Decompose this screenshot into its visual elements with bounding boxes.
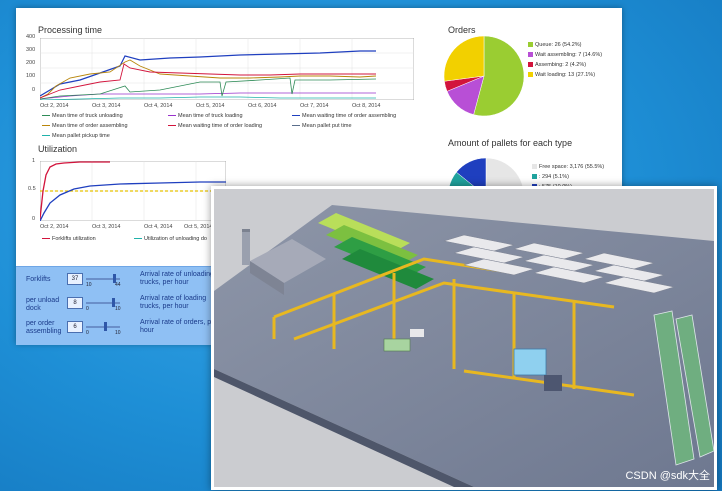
pallets-chart-title: Amount of pallets for each type xyxy=(448,138,573,148)
orders-pie-chart xyxy=(444,36,525,117)
legend-item: Assembing: 2 (4.2%) xyxy=(528,62,586,68)
watermark: CSDN @sdk大全 xyxy=(625,470,710,482)
x-tick: Oct 3, 2014 xyxy=(92,224,121,230)
legend-item: Forklifts utilization xyxy=(42,236,96,242)
unload-dock-value-field[interactable]: 8 xyxy=(67,297,83,309)
y-tick: 0.5 xyxy=(28,186,36,192)
legend-item: Free space: 3,176 (55.5%) xyxy=(532,164,604,170)
order-assembling-value-field[interactable]: 6 xyxy=(67,321,83,333)
legend-item: Mean pallet pickup time xyxy=(42,133,110,139)
forklifts-value-field[interactable]: 37 xyxy=(67,273,83,285)
x-tick: Oct 4, 2014 xyxy=(144,103,173,109)
x-tick: Oct 7, 2014 xyxy=(300,103,329,109)
pie-slice xyxy=(444,36,485,82)
forklifts-label: Forklifts xyxy=(26,276,51,283)
y-tick: 400 xyxy=(26,34,36,40)
legend-item: Mean waiting time of order loading xyxy=(168,123,262,129)
legend-item: Mean time of order assembling xyxy=(42,123,128,129)
warehouse-3d-view[interactable] xyxy=(211,186,717,490)
y-tick: 1 xyxy=(32,158,36,164)
x-tick: Oct 2, 2014 xyxy=(40,224,69,230)
slider-min: 10 xyxy=(86,282,92,288)
legend-item: Queue: 26 (54.2%) xyxy=(528,42,581,48)
per-order-assembling-label: per order assembling xyxy=(26,320,62,335)
x-tick: Oct 5, 2014 xyxy=(196,103,225,109)
orders-rate-label: Arrival rate of orders, per hour xyxy=(140,319,218,334)
slider-max: 10 xyxy=(115,306,121,312)
utilization-chart-plot xyxy=(40,161,226,221)
x-tick: Oct 4, 2014 xyxy=(144,224,173,230)
order-assembling-slider[interactable] xyxy=(86,326,120,328)
loading-rate-label: Arrival rate of loading trucks, per hour xyxy=(140,295,207,310)
x-tick: Oct 2, 2014 xyxy=(40,103,69,109)
legend-item: Utilization of unloading do xyxy=(134,236,207,242)
unloading-rate-label: Arrival rate of unloading trucks, per ho… xyxy=(140,271,214,286)
slider-min: 0 xyxy=(86,330,89,336)
legend-item: Mean time of truck unloading xyxy=(42,113,123,119)
order-assembling-slider-handle[interactable] xyxy=(104,322,107,331)
x-tick: Oct 8, 2014 xyxy=(352,103,381,109)
y-tick: 200 xyxy=(26,60,36,66)
legend-item: : 294 (5.1%) xyxy=(532,174,569,180)
legend-item: Mean waiting time of order assembling xyxy=(292,113,396,119)
y-tick: 0 xyxy=(32,87,36,93)
y-tick: 300 xyxy=(26,47,36,53)
slider-min: 0 xyxy=(86,306,89,312)
legend-item: Mean pallet put time xyxy=(292,123,352,129)
legend-item: Mean time of truck loading xyxy=(168,113,243,119)
warehouse-3d-scene xyxy=(214,189,714,487)
parameters-panel: Forklifts 37 10 44 Arrival rate of unloa… xyxy=(16,266,222,345)
x-tick: Oct 3, 2014 xyxy=(92,103,121,109)
orders-chart-title: Orders xyxy=(448,25,476,35)
x-tick: Oct 6, 2014 xyxy=(248,103,277,109)
y-tick: 0 xyxy=(32,216,36,222)
processing-chart-plot xyxy=(40,38,414,100)
y-tick: 100 xyxy=(26,73,36,79)
slider-max: 44 xyxy=(115,282,121,288)
per-unload-dock-label: per unload dock xyxy=(26,297,60,312)
utilization-chart-title: Utilization xyxy=(38,144,78,154)
legend-item: Wait loading: 13 (27.1%) xyxy=(528,72,595,78)
legend-item: Wait assembling: 7 (14.6%) xyxy=(528,52,602,58)
processing-chart-title: Processing time xyxy=(38,25,103,35)
x-tick: Oct 5, 2014 xyxy=(184,224,213,230)
slider-max: 10 xyxy=(115,330,121,336)
